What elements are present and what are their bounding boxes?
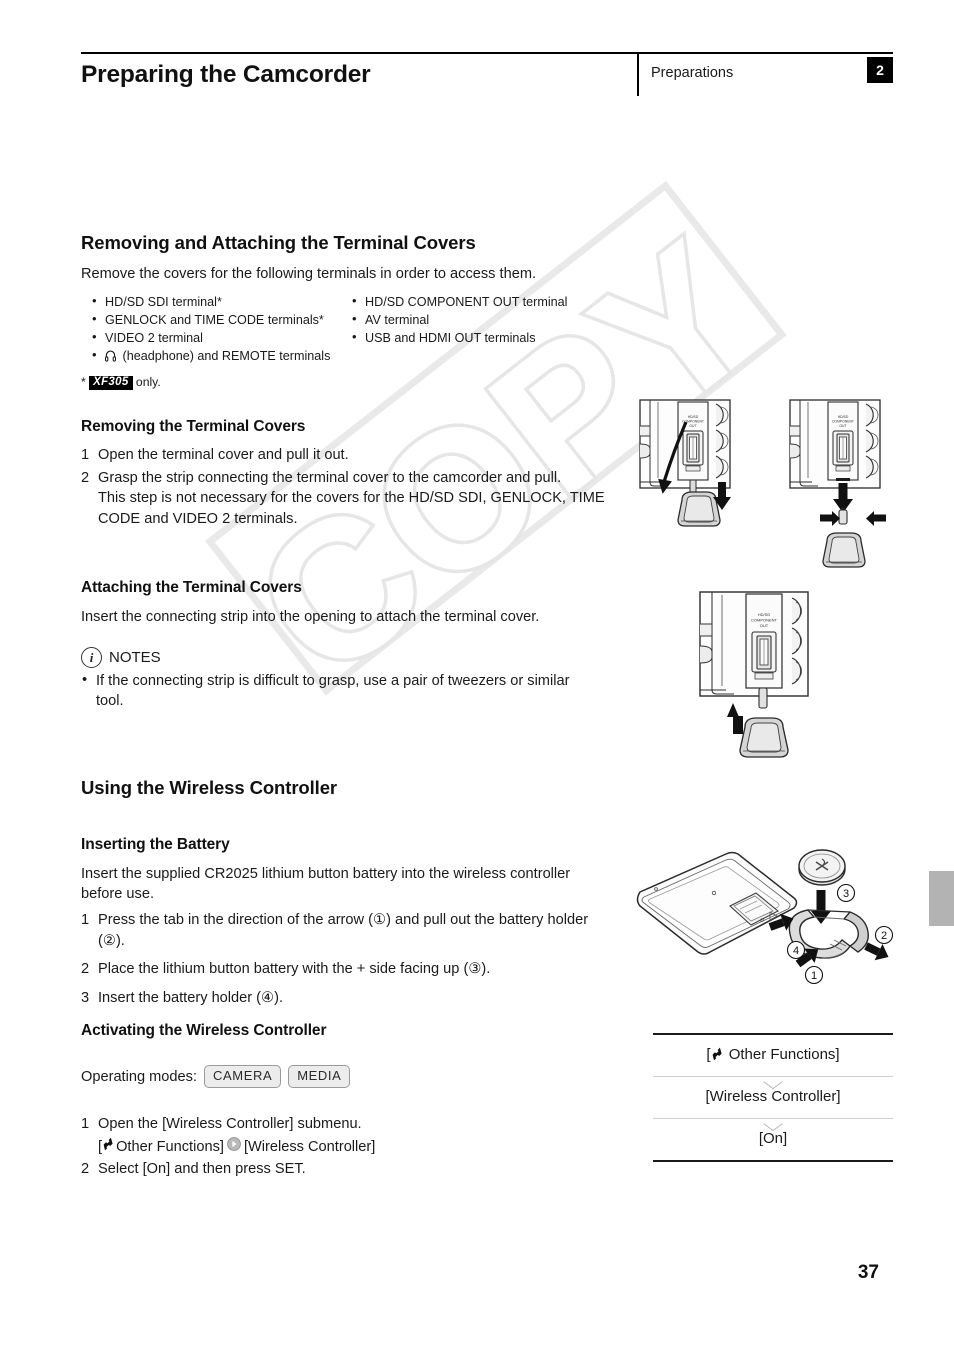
- step-text: Grasp the strip connecting the terminal …: [98, 469, 605, 527]
- heading-attaching-terminal-covers: Attaching the Terminal Covers: [81, 579, 302, 596]
- heading-inserting-battery: Inserting the Battery: [81, 836, 230, 853]
- step-item: 1 Open the [Wireless Controller] submenu…: [81, 1114, 621, 1135]
- step-number: 3: [81, 989, 90, 1006]
- list-item: AV terminal: [350, 311, 640, 329]
- activating-steps: 1 Open the [Wireless Controller] submenu…: [81, 1114, 621, 1182]
- step-text: Place the lithium button battery with th…: [98, 961, 491, 977]
- menu-path-line: [ Other Functions] [Wireless Controller]: [81, 1136, 621, 1158]
- mode-badge-camera: CAMERA: [204, 1065, 282, 1088]
- svg-text:COMPONENT: COMPONENT: [751, 618, 778, 623]
- operating-modes-label: Operating modes:: [81, 1068, 198, 1085]
- callout-4: 4: [793, 945, 799, 957]
- info-icon: i: [81, 647, 102, 668]
- menu-flow-item-other-functions[interactable]: [ Other Functions]: [653, 1035, 893, 1076]
- chapter-number-badge: 2: [867, 57, 893, 83]
- step-number: 2: [81, 1161, 90, 1177]
- menu-flow-separator-1: [653, 1075, 893, 1077]
- headphone-icon: [104, 350, 117, 367]
- header-chapter-block: Preparations 2: [637, 54, 893, 96]
- step-number: 2: [81, 961, 90, 977]
- step-item: 1 Press the tab in the direction of the …: [81, 910, 601, 951]
- heading-removing-attaching-terminal-covers: Removing and Attaching the Terminal Cove…: [81, 232, 476, 253]
- menu-path-second-label: [Wireless Controller]: [243, 1138, 376, 1155]
- menu-flow-diagram: [ Other Functions] [Wireless Controller]…: [653, 1033, 893, 1162]
- terminal-covers-intro: Remove the covers for the following term…: [81, 266, 537, 282]
- step-text: Open the terminal cover and pull it out.: [98, 447, 349, 463]
- terminal-bullets-right: HD/SD COMPONENT OUT terminal AV terminal…: [350, 293, 640, 348]
- footnote-marker: *: [81, 375, 86, 389]
- list-item: GENLOCK and TIME CODE terminals*: [90, 311, 365, 329]
- list-item: USB and HDMI OUT terminals: [350, 329, 640, 347]
- step-text: Open the [Wireless Controller] submenu.: [98, 1116, 362, 1132]
- notes-list: If the connecting strip is difficult to …: [81, 670, 601, 711]
- step-text: Insert the battery holder (④).: [98, 989, 284, 1006]
- menu-flow-bottom-rule: [653, 1159, 893, 1162]
- notes-block: i NOTES If the connecting strip is diffi…: [81, 647, 601, 711]
- menu-flow-separator-2: [653, 1117, 893, 1119]
- step-text: Select [On] and then press SET.: [98, 1161, 306, 1177]
- callout-2: 2: [881, 930, 887, 942]
- page-number: 37: [857, 1262, 879, 1283]
- list-item: HD/SD COMPONENT OUT terminal: [350, 293, 640, 311]
- wrench-icon: [102, 1137, 115, 1151]
- step-item: 1 Open the terminal cover and pull it ou…: [81, 445, 621, 466]
- notes-header: i NOTES: [81, 647, 601, 668]
- xf305-badge: XF305: [89, 376, 133, 390]
- step-number: 1: [81, 447, 90, 463]
- coin-battery: [798, 849, 846, 886]
- removing-steps: 1 Open the terminal cover and pull it ou…: [81, 445, 621, 531]
- inserting-battery-intro: Insert the supplied CR2025 lithium butto…: [81, 866, 571, 902]
- footnote-xf305: * XF305 only.: [81, 375, 481, 390]
- list-item-headphone: (headphone) and REMOTE terminals: [90, 347, 365, 367]
- page-title: Preparing the Camcorder: [81, 61, 371, 88]
- terminal-cover-attach-illustration: HD/SD COMPONENT OUT: [688, 588, 858, 766]
- chevron-right-circle-icon: [227, 1136, 241, 1151]
- step-item: 2 Select [On] and then press SET.: [81, 1159, 621, 1180]
- mode-badge-media: MEDIA: [288, 1065, 351, 1088]
- step-number: 1: [81, 1116, 90, 1132]
- heading-using-wireless-controller: Using the Wireless Controller: [81, 777, 337, 798]
- inserting-battery-steps: 1 Press the tab in the direction of the …: [81, 910, 601, 1010]
- terminal-cover-remove-illustration: HD/SD COMPONENT OUT: [630, 396, 910, 576]
- svg-text:HD/SD: HD/SD: [758, 612, 771, 617]
- notes-label: NOTES: [109, 649, 161, 666]
- heading-activating-wireless-controller: Activating the Wireless Controller: [81, 1022, 327, 1039]
- list-item-label: (headphone) and REMOTE terminals: [122, 349, 331, 363]
- attaching-text: Insert the connecting strip into the ope…: [81, 609, 540, 625]
- footnote-text: only.: [135, 375, 161, 389]
- callout-3: 3: [843, 888, 849, 900]
- terminal-bullets-left: HD/SD SDI terminal* GENLOCK and TIME COD…: [90, 293, 365, 368]
- step-number: 2: [81, 469, 90, 486]
- list-item: If the connecting strip is difficult to …: [81, 670, 601, 711]
- page-header: Preparing the Camcorder Preparations 2: [81, 52, 893, 96]
- svg-text:OUT: OUT: [760, 623, 769, 628]
- heading-removing-terminal-covers: Removing the Terminal Covers: [81, 418, 306, 435]
- callout-1: 1: [811, 970, 817, 982]
- wrench-icon: [711, 1047, 724, 1061]
- chapter-side-tab: [929, 871, 954, 926]
- wireless-controller-battery-illustration: 3 2 4 1: [618, 840, 913, 1000]
- battery-insert-arrow: [811, 890, 831, 924]
- chapter-name: Preparations: [651, 65, 734, 81]
- list-item: HD/SD SDI terminal*: [90, 293, 365, 311]
- list-item: VIDEO 2 terminal: [90, 329, 365, 347]
- remote-body: [636, 851, 798, 955]
- step-item: 2 Place the lithium button battery with …: [81, 959, 601, 980]
- operating-modes-row: Operating modes: CAMERA MEDIA: [81, 1065, 351, 1088]
- step-item: 3 Insert the battery holder (④).: [81, 988, 601, 1009]
- menu-flow-item-label: Other Functions]: [724, 1045, 840, 1063]
- menu-path-first-label: Other Functions]: [116, 1138, 224, 1155]
- step-number: 1: [81, 912, 90, 928]
- step-item: 2 Grasp the strip connecting the termina…: [81, 468, 621, 530]
- step-text: Press the tab in the direction of the ar…: [98, 912, 589, 949]
